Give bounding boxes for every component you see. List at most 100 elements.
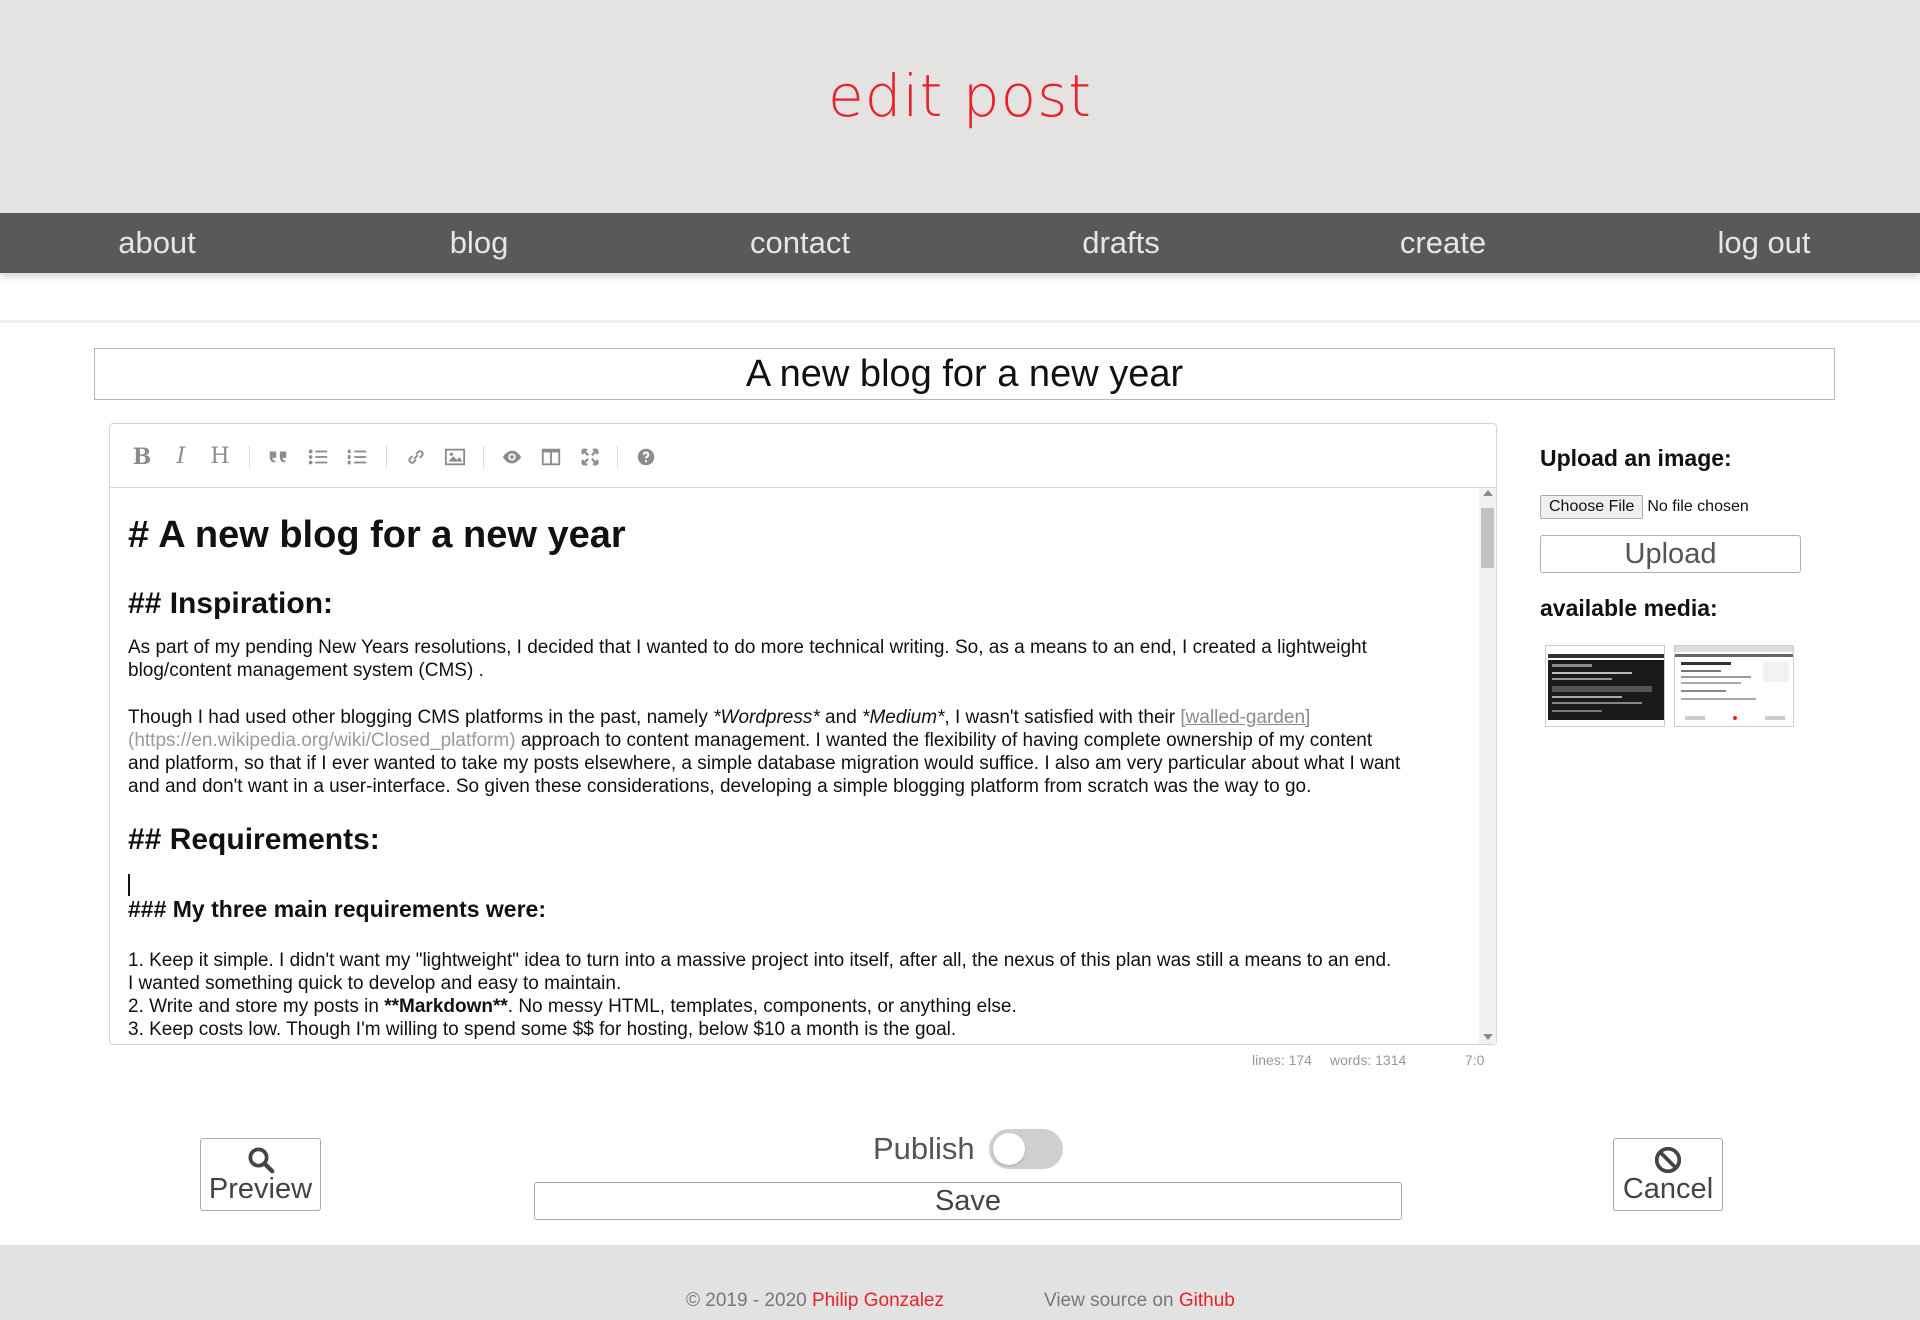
toolbar-separator xyxy=(483,446,484,468)
quote-icon xyxy=(269,451,287,463)
cancel-button[interactable]: Cancel xyxy=(1613,1138,1723,1211)
post-title-input[interactable]: A new blog for a new year xyxy=(94,348,1835,400)
text-cursor xyxy=(128,874,130,896)
upload-panel: Upload an image: Choose File No file chos… xyxy=(1540,445,1840,727)
nav-item-log-out[interactable]: log out xyxy=(1717,225,1810,261)
editor-heading-inspiration: ## Inspiration: xyxy=(128,587,334,620)
ordered-list-button[interactable] xyxy=(342,442,372,472)
help-icon xyxy=(637,448,655,466)
unordered-list-icon xyxy=(308,449,328,465)
link-markup: [walled-garden] xyxy=(1180,707,1311,728)
header-divider xyxy=(0,320,1920,323)
link-icon xyxy=(408,450,424,464)
editor-content[interactable]: # A new blog for a new year ## Inspirati… xyxy=(128,488,1478,1044)
editor-toolbar: B I H xyxy=(110,424,1496,488)
media-thumbnail[interactable] xyxy=(1674,645,1794,727)
toolbar-separator xyxy=(386,446,387,468)
markdown-editor: B I H # A new blog for a new year ## Ins… xyxy=(109,423,1497,1045)
editor-scrollbar[interactable] xyxy=(1479,488,1496,1044)
italic-markup: *Wordpress* xyxy=(713,707,820,728)
file-input: Choose File No file chosen xyxy=(1540,495,1749,519)
text-run: and xyxy=(819,707,863,728)
toggle-knob xyxy=(993,1133,1025,1165)
line-count: lines: 174 xyxy=(1252,1052,1312,1068)
publish-toggle[interactable] xyxy=(989,1129,1063,1169)
main-nav: about blog contact drafts create log out xyxy=(0,213,1920,273)
nav-item-drafts[interactable]: drafts xyxy=(1082,225,1160,261)
editor-list-line: I wanted something quick to develop and … xyxy=(128,973,622,994)
eye-icon xyxy=(502,450,522,464)
nav-item-blog[interactable]: blog xyxy=(450,225,509,261)
upload-heading: Upload an image: xyxy=(1540,445,1732,471)
site-footer: © 2019 - 2020 Philip Gonzalez View sourc… xyxy=(0,1245,1920,1320)
editor-heading-3: ### My three main requirements were: xyxy=(128,896,546,922)
media-thumbnail[interactable] xyxy=(1545,645,1665,727)
nav-item-contact[interactable]: contact xyxy=(750,225,850,261)
scroll-down-arrow-icon[interactable] xyxy=(1483,1034,1493,1040)
text-run: , I wasn't satisfied with their xyxy=(944,707,1181,728)
editor-paragraph-line: and and don't want in a user-interface. … xyxy=(128,776,1312,797)
word-count: words: 1314 xyxy=(1330,1052,1407,1068)
url-markup: (https://en.wikipedia.org/wiki/Closed_pl… xyxy=(128,730,516,751)
help-button[interactable] xyxy=(631,442,661,472)
scroll-thumb[interactable] xyxy=(1481,508,1494,568)
toolbar-separator xyxy=(249,446,250,468)
save-button[interactable]: Save xyxy=(534,1182,1402,1220)
nav-item-create[interactable]: create xyxy=(1400,225,1486,261)
image-icon xyxy=(444,448,466,466)
unordered-list-button[interactable] xyxy=(303,442,333,472)
page-title: edit post xyxy=(827,62,1093,130)
editor-paragraph-line: Though I had used other blogging CMS pla… xyxy=(128,706,1478,730)
search-icon xyxy=(248,1147,274,1174)
editor-paragraph-line: (https://en.wikipedia.org/wiki/Closed_pl… xyxy=(128,729,1478,753)
copyright-text: © 2019 - 2020 xyxy=(686,1290,812,1311)
text-run: 2. Write and store my posts in xyxy=(128,996,385,1017)
scroll-up-arrow-icon[interactable] xyxy=(1483,490,1493,496)
ordered-list-icon xyxy=(347,449,367,465)
source-text: View source on xyxy=(1044,1290,1179,1311)
preview-button[interactable]: Preview xyxy=(200,1138,321,1211)
toolbar-separator xyxy=(617,446,618,468)
side-by-side-button[interactable] xyxy=(536,442,566,472)
footer-source: View source on Github xyxy=(1044,1290,1235,1312)
screenshot-thumbnail-image xyxy=(1675,646,1793,726)
fullscreen-icon xyxy=(581,448,599,466)
github-link[interactable]: Github xyxy=(1179,1290,1235,1311)
image-button[interactable] xyxy=(440,442,470,472)
editor-paragraph-line: and platform, so that if I ever wanted t… xyxy=(128,753,1401,774)
footer-copyright: © 2019 - 2020 Philip Gonzalez xyxy=(686,1290,944,1312)
italic-button[interactable]: I xyxy=(166,442,196,472)
media-heading: available media: xyxy=(1540,595,1718,621)
editor-list-line: 3. Keep costs low. Though I'm willing to… xyxy=(128,1019,957,1040)
cursor-position: 7:0 xyxy=(1465,1052,1485,1068)
link-button[interactable] xyxy=(401,442,431,472)
cancel-label: Cancel xyxy=(1622,1173,1714,1205)
choose-file-button[interactable]: Choose File xyxy=(1540,495,1644,519)
columns-icon xyxy=(541,448,561,466)
author-link[interactable]: Philip Gonzalez xyxy=(812,1290,944,1311)
editor-heading-requirements: ## Requirements: xyxy=(128,823,380,856)
fullscreen-button[interactable] xyxy=(575,442,605,472)
editor-paragraph-line: blog/content management system (CMS) . xyxy=(128,660,484,681)
publish-label: Publish xyxy=(873,1131,975,1166)
heading-button[interactable]: H xyxy=(205,442,235,472)
editor-list-line: 1. Keep it simple. I didn't want my "lig… xyxy=(128,950,1392,971)
quote-button[interactable] xyxy=(263,442,293,472)
preview-toggle-button[interactable] xyxy=(497,442,527,472)
bold-button[interactable]: B xyxy=(127,442,157,472)
upload-button[interactable]: Upload xyxy=(1540,535,1801,573)
italic-markup: *Medium* xyxy=(862,707,945,728)
screenshot-thumbnail-image xyxy=(1546,646,1664,726)
preview-label: Preview xyxy=(208,1173,313,1205)
bold-markup: **Markdown** xyxy=(384,996,508,1017)
editor-list-line: 2. Write and store my posts in **Markdow… xyxy=(128,995,1478,1019)
site-header: edit post xyxy=(0,0,1920,213)
editor-paragraph-line: As part of my pending New Years resoluti… xyxy=(128,637,1367,658)
nav-item-about[interactable]: about xyxy=(118,225,196,261)
ban-icon xyxy=(1654,1146,1682,1174)
editor-heading-1: # A new blog for a new year xyxy=(128,514,626,556)
file-status: No file chosen xyxy=(1647,498,1749,515)
text-run: . No messy HTML, templates, components, … xyxy=(507,996,1017,1017)
text-run: Though I had used other blogging CMS pla… xyxy=(128,707,714,728)
text-run: approach to content management. I wanted… xyxy=(515,730,1373,751)
